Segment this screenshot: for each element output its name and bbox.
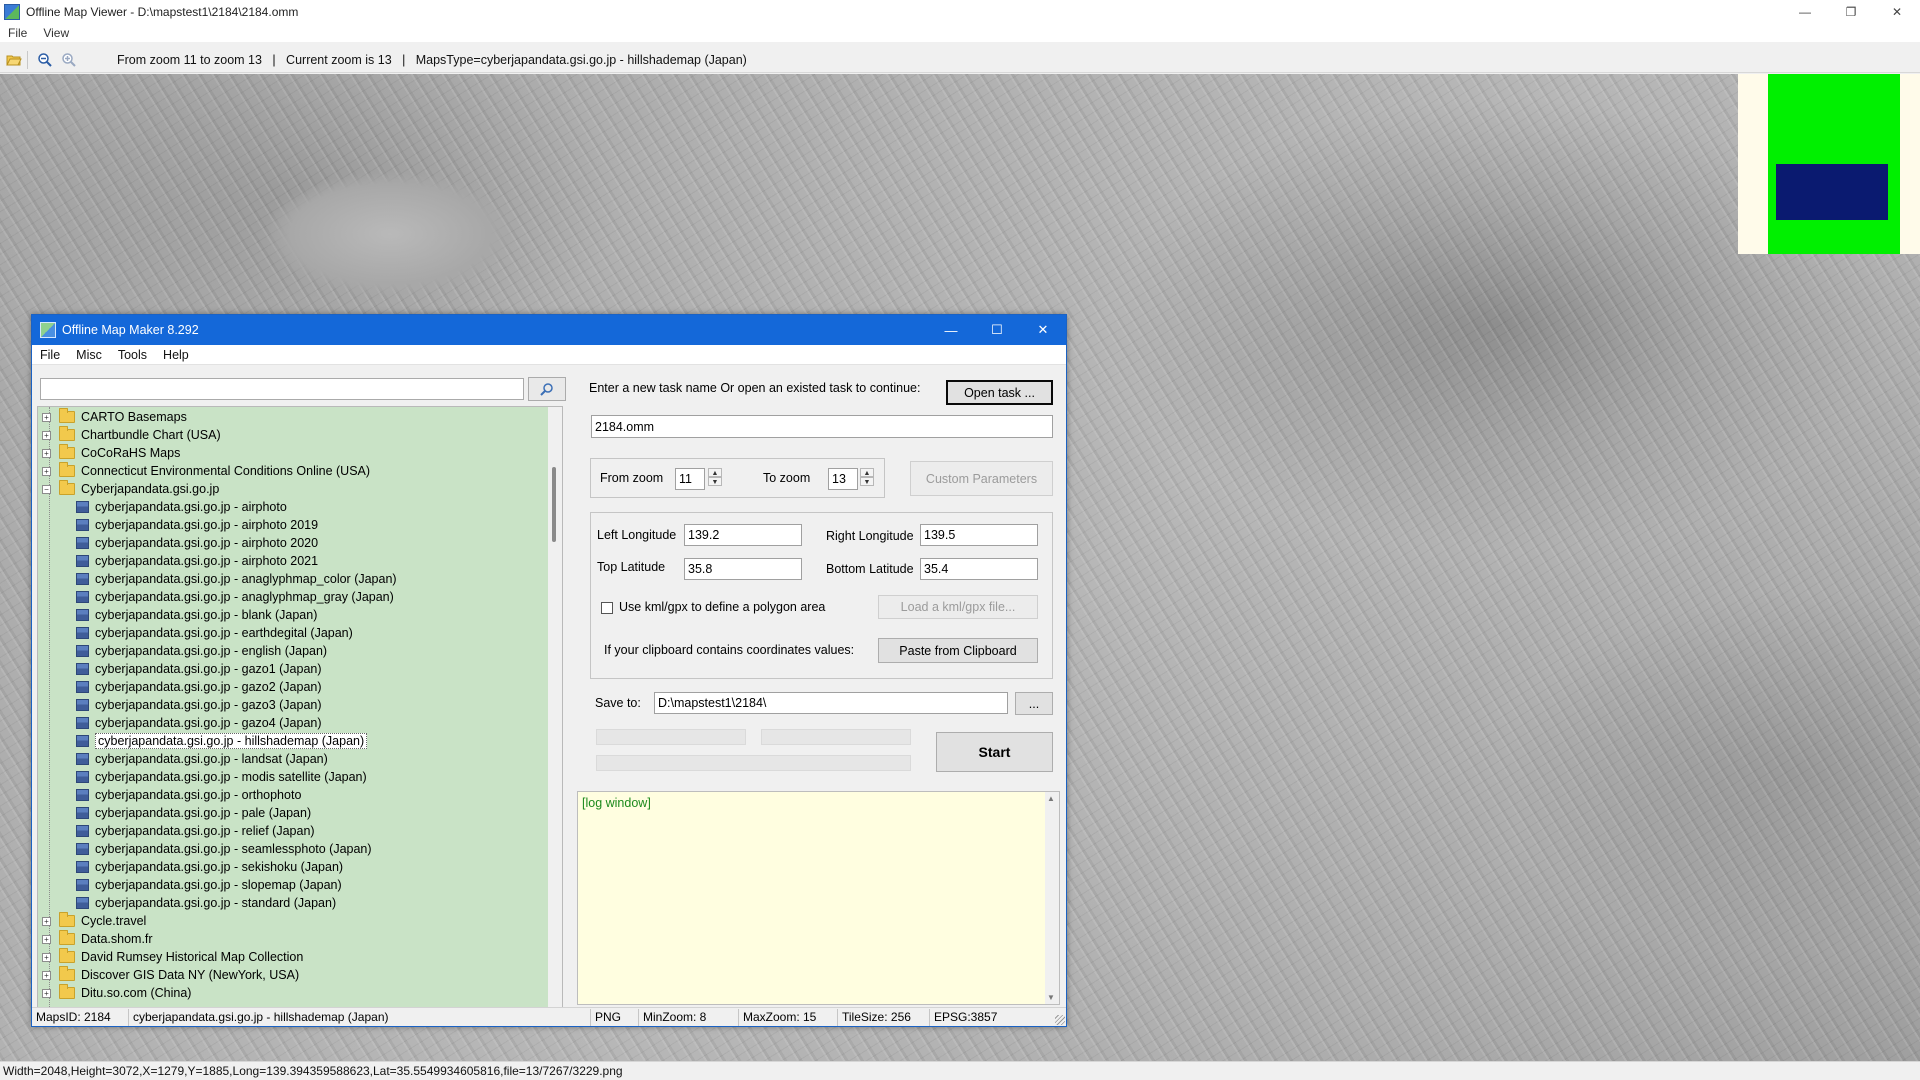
viewer-title: Offline Map Viewer - D:\mapstest1\2184\2… xyxy=(26,4,299,19)
from-zoom-input[interactable]: 11 xyxy=(675,468,705,490)
task-prompt: Enter a new task name Or open an existed… xyxy=(589,381,921,395)
open-folder-icon xyxy=(6,55,22,65)
browse-button[interactable]: ... xyxy=(1015,692,1053,715)
left-longitude-label: Left Longitude xyxy=(597,528,677,542)
open-task-button[interactable]: Open task ... xyxy=(946,380,1053,405)
menu-view[interactable]: View xyxy=(35,26,77,40)
close-button[interactable]: ✕ xyxy=(1874,0,1920,23)
viewer-titlebar: Offline Map Viewer - D:\mapstest1\2184\2… xyxy=(0,0,1920,23)
spin-up-icon[interactable]: ▲ xyxy=(708,468,722,477)
viewer-statusbar: Width=2048,Height=3072,X=1279,Y=1885,Lon… xyxy=(0,1061,1920,1080)
dialog-statusbar: MapsID: 2184 cyberjapandata.gsi.go.jp - … xyxy=(32,1007,1066,1026)
spin-down-icon[interactable]: ▼ xyxy=(860,477,874,486)
right-longitude-input[interactable]: 139.5 xyxy=(920,524,1038,546)
resize-grip[interactable] xyxy=(1055,1015,1065,1025)
minimize-button[interactable]: — xyxy=(1782,0,1828,23)
bottom-latitude-input[interactable]: 35.4 xyxy=(920,558,1038,580)
bottom-latitude-label: Bottom Latitude xyxy=(826,562,914,576)
from-zoom-stepper[interactable]: ▲ ▼ xyxy=(708,468,722,486)
viewer-window-controls: — ❐ ✕ xyxy=(1782,0,1920,23)
status-maps-id: MapsID: 2184 xyxy=(32,1008,129,1026)
save-to-input[interactable]: D:\mapstest1\2184\ xyxy=(654,692,1008,714)
toolbar-info: From zoom 11 to zoom 13 | Current zoom i… xyxy=(117,52,747,67)
restore-button[interactable]: ❐ xyxy=(1828,0,1874,23)
zoom-out-button[interactable] xyxy=(35,50,55,70)
status-tile-size: TileSize: 256 xyxy=(838,1008,930,1026)
use-kml-checkbox[interactable] xyxy=(601,602,613,614)
to-zoom-input[interactable]: 13 xyxy=(828,468,858,490)
viewer-menubar: File View xyxy=(0,23,1920,42)
zoom-in-button[interactable] xyxy=(59,50,79,70)
log-text: [log window] xyxy=(582,796,651,810)
use-kml-label: Use kml/gpx to define a polygon area xyxy=(619,600,826,614)
custom-parameters-button[interactable]: Custom Parameters xyxy=(910,461,1053,496)
progress-bar-2 xyxy=(761,729,911,745)
clipboard-prompt: If your clipboard contains coordinates v… xyxy=(604,643,855,657)
to-zoom-stepper[interactable]: ▲ ▼ xyxy=(860,468,874,486)
paste-from-clipboard-button[interactable]: Paste from Clipboard xyxy=(878,638,1038,663)
status-format: PNG xyxy=(591,1008,639,1026)
start-button[interactable]: Start xyxy=(936,732,1053,772)
load-kml-button[interactable]: Load a kml/gpx file... xyxy=(878,595,1038,619)
save-to-label: Save to: xyxy=(595,696,641,710)
overview-viewport[interactable] xyxy=(1776,164,1888,220)
progress-bar-1 xyxy=(596,729,746,745)
status-maps-name: cyberjapandata.gsi.go.jp - hillshademap … xyxy=(129,1008,591,1026)
spin-up-icon[interactable]: ▲ xyxy=(860,468,874,477)
scroll-down-icon[interactable]: ▼ xyxy=(1047,993,1055,1002)
top-latitude-label: Top Latitude xyxy=(597,560,666,574)
log-window[interactable]: [log window] ▲ ▼ xyxy=(577,791,1060,1005)
spin-down-icon[interactable]: ▼ xyxy=(708,477,722,486)
task-form: Enter a new task name Or open an existed… xyxy=(32,315,1066,1007)
open-folder-button[interactable] xyxy=(4,50,24,70)
toolbar-separator xyxy=(27,50,28,69)
from-zoom-label: From zoom xyxy=(600,471,664,485)
left-longitude-input[interactable]: 139.2 xyxy=(684,524,802,546)
menu-file[interactable]: File xyxy=(0,26,35,40)
scroll-up-icon[interactable]: ▲ xyxy=(1047,794,1055,803)
viewer-toolbar: From zoom 11 to zoom 13 | Current zoom i… xyxy=(0,47,1920,73)
app-icon xyxy=(4,3,20,20)
to-zoom-label: To zoom xyxy=(763,471,811,485)
zoom-in-icon xyxy=(62,52,76,67)
top-latitude-input[interactable]: 35.8 xyxy=(684,558,802,580)
task-name-input[interactable]: 2184.omm xyxy=(591,415,1053,438)
status-max-zoom: MaxZoom: 15 xyxy=(739,1008,838,1026)
status-epsg: EPSG:3857 xyxy=(934,1010,998,1024)
zoom-out-icon xyxy=(38,52,52,67)
map-maker-window: Offline Map Maker 8.292 — ☐ ✕ File Misc … xyxy=(31,314,1067,1027)
status-min-zoom: MinZoom: 8 xyxy=(639,1008,739,1026)
log-scrollbar[interactable]: ▲ ▼ xyxy=(1045,792,1059,1004)
overview-map[interactable] xyxy=(1738,74,1920,254)
viewer-status-text: Width=2048,Height=3072,X=1279,Y=1885,Lon… xyxy=(3,1064,623,1078)
right-longitude-label: Right Longitude xyxy=(826,529,914,543)
progress-bar-total xyxy=(596,755,911,771)
